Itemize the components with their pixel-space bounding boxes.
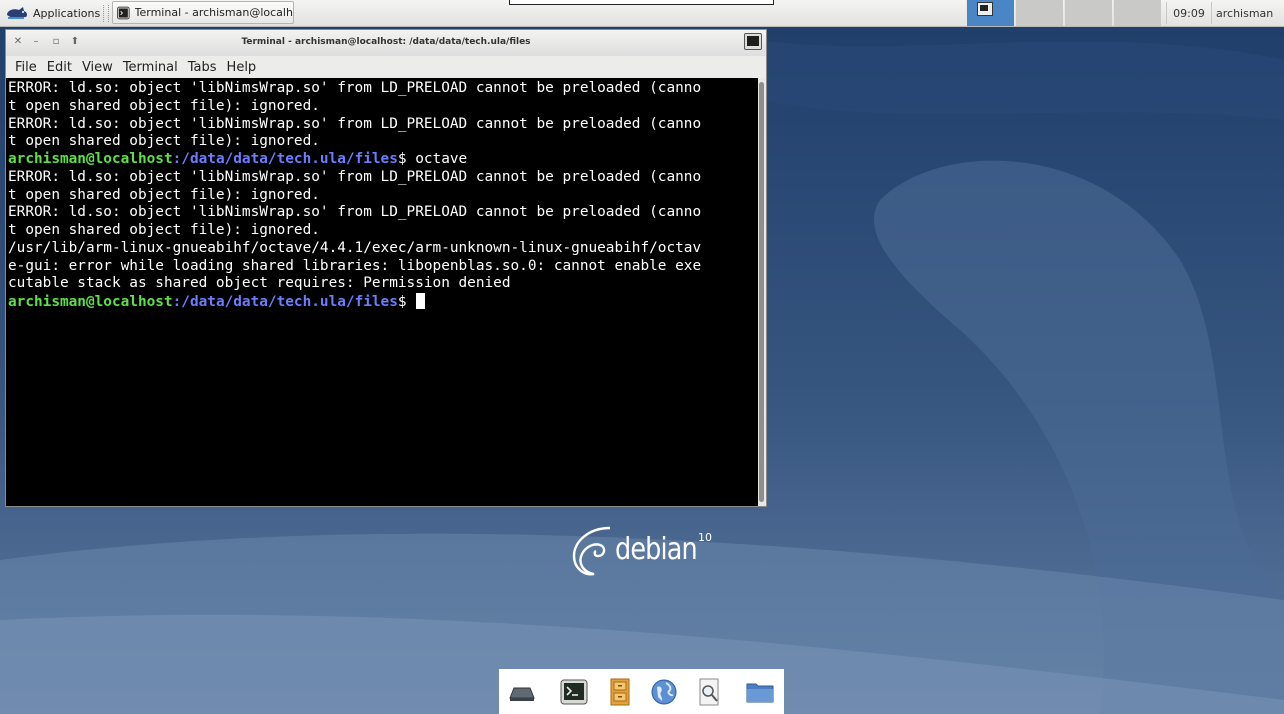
window-titlebar[interactable]: ✕ – ▫ ⬆ Terminal - archisman@localhost: … [6, 30, 766, 56]
web-browser-globe-icon[interactable] [649, 677, 679, 707]
output-line: cutable stack as shared object requires:… [8, 275, 511, 292]
output-line: ERROR: ld.so: object 'libNimsWrap.so' fr… [8, 204, 702, 221]
terminal-output[interactable]: ERROR: ld.so: object 'libNimsWrap.so' fr… [6, 78, 758, 506]
menubar: File Edit View Terminal Tabs Help [6, 56, 766, 78]
terminal-icon [117, 6, 130, 19]
window-title: Terminal - archisman@localhost: /data/da… [241, 37, 531, 47]
scrollbar-thumb[interactable] [759, 82, 764, 502]
applications-label: Applications [33, 6, 101, 20]
prompt-suffix: $ [397, 294, 416, 310]
output-line: /usr/lib/arm-linux-gnueabihf/octave/4.4.… [8, 239, 702, 256]
file-cabinet-icon[interactable] [605, 677, 635, 707]
output-line: t open shared object file): ignored. [8, 133, 320, 150]
user-menu[interactable]: archisman [1216, 2, 1273, 24]
xfce-mouse-icon [7, 7, 28, 19]
popup-box [509, 0, 774, 5]
terminal-icon[interactable] [559, 677, 589, 707]
workspace-4[interactable] [1113, 0, 1161, 26]
output-line: e-gui: error while loading shared librar… [8, 257, 702, 274]
debian-logo-text: debian [615, 532, 698, 567]
output-line: t open shared object file): ignored. [8, 97, 320, 114]
output-line: t open shared object file): ignored. [8, 186, 320, 203]
menu-tabs[interactable]: Tabs [188, 60, 217, 75]
output-line: t open shared object file): ignored. [8, 222, 320, 238]
workspace-1[interactable] [966, 0, 1014, 26]
output-line: ERROR: ld.so: object 'libNimsWrap.so' fr… [8, 115, 702, 132]
search-document-icon[interactable] [694, 677, 724, 707]
scrollbar[interactable] [758, 78, 766, 506]
prompt-path: :/data/data/tech.ula/files [172, 151, 398, 167]
workspace-3[interactable] [1064, 0, 1112, 26]
menu-file[interactable]: File [15, 60, 37, 75]
output-line: ERROR: ld.so: object 'libNimsWrap.so' fr… [8, 80, 702, 96]
text-cursor [416, 293, 426, 309]
taskbar-terminal-button[interactable]: Terminal - archisman@localho... [112, 1, 294, 24]
taskbar-terminal-label: Terminal - archisman@localho... [134, 6, 293, 19]
menu-terminal[interactable]: Terminal [123, 60, 178, 75]
menu-edit[interactable]: Edit [47, 60, 72, 75]
output-line: ERROR: ld.so: object 'libNimsWrap.so' fr… [8, 168, 702, 185]
panel-separator [103, 5, 109, 22]
dock [499, 669, 784, 714]
folder-icon[interactable] [745, 677, 775, 707]
show-desktop-icon[interactable] [506, 677, 536, 707]
menu-view[interactable]: View [82, 60, 113, 75]
workspace-2[interactable] [1015, 0, 1063, 26]
debian-version: 10 [698, 531, 712, 544]
applications-menu-button[interactable]: Applications [4, 0, 100, 26]
top-panel: Applications Terminal - archisman@localh… [0, 0, 1284, 27]
clock[interactable]: 09:09 [1166, 2, 1212, 24]
command-text: $ octave [397, 151, 468, 167]
menu-help[interactable]: Help [227, 60, 257, 75]
prompt-path: :/data/data/tech.ula/files [172, 294, 398, 310]
prompt-user: archisman@localhost [8, 294, 173, 310]
prompt-user: archisman@localhost [8, 151, 173, 167]
window-menu-icon[interactable] [744, 33, 762, 50]
terminal-window: ✕ – ▫ ⬆ Terminal - archisman@localhost: … [5, 29, 767, 507]
